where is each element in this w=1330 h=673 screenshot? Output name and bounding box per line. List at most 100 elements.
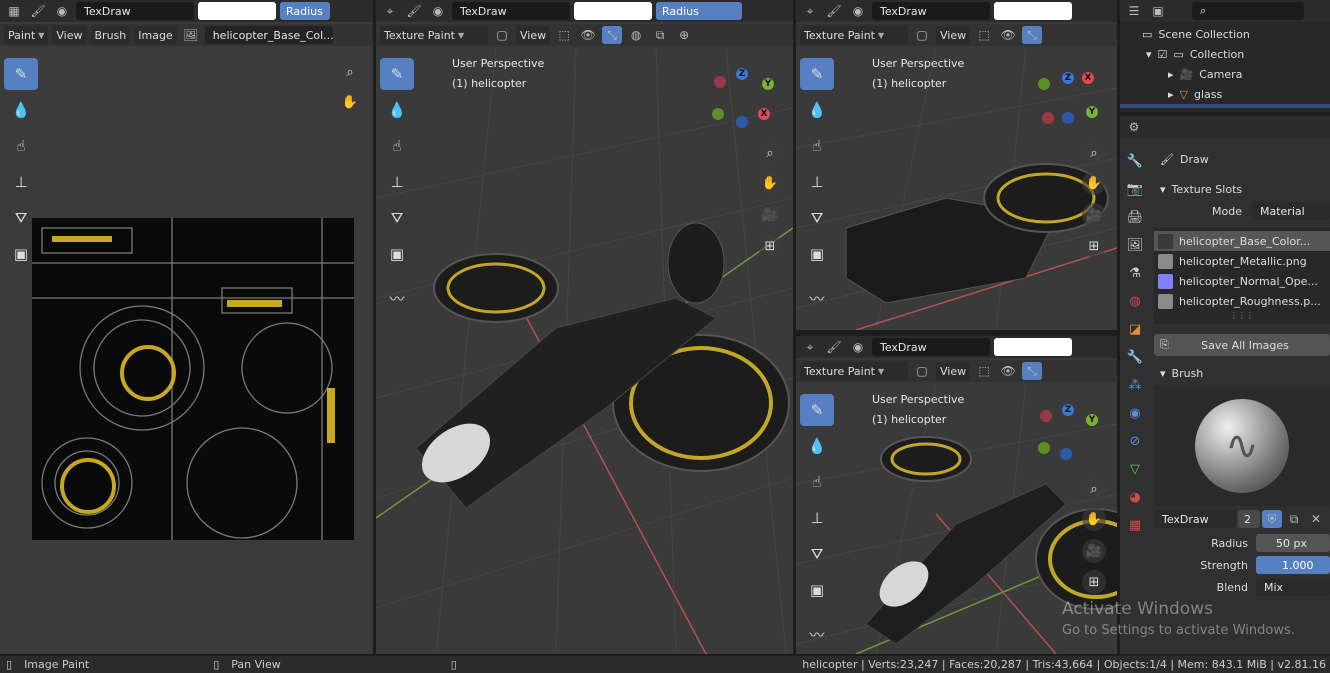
clone-tool[interactable]: ⊥ [800,166,834,198]
world-tab-icon[interactable]: ◍ [1124,290,1146,312]
grid-icon[interactable]: ⊞ [758,234,782,258]
tree-camera[interactable]: ▸ 🎥 Camera [1120,64,1330,84]
brush-name-field[interactable]: TexDraw [1154,510,1236,528]
menu-image[interactable]: Image [134,26,177,44]
tree-selected-row[interactable] [1120,104,1330,108]
list-resize-handle[interactable]: ⋮⋮⋮ [1154,311,1330,321]
soften-tool[interactable]: 💧 [800,430,834,462]
brush-browse-icon[interactable]: ◉ [848,338,868,356]
gizmo-neg-x[interactable] [1042,112,1054,124]
editor-type-icon[interactable]: ⌖ [800,338,820,356]
mode-dropdown[interactable]: Texture Paint ▼ [800,362,908,380]
brush-users-count[interactable]: 2 [1238,510,1260,528]
draw-tool[interactable]: ✎ [800,394,834,426]
pin-icon[interactable]: ▢ [492,26,512,44]
zoom-icon[interactable]: ⌕ [1082,477,1106,501]
camera-icon[interactable]: 🎥 [1082,539,1106,563]
texture-slot-row[interactable]: helicopter_Normal_Ope... [1154,271,1330,291]
gizmo-y[interactable]: Y [1086,106,1098,118]
brush-name-field[interactable]: TexDraw [452,2,570,20]
editor-type-icon[interactable]: ☰ [1124,2,1144,20]
view-layer-tab-icon[interactable]: 🖼 [1124,234,1146,256]
face-mask-icon[interactable]: ⬚ [974,362,994,380]
gizmo-neg-y[interactable] [1038,78,1050,90]
mask-tool[interactable]: ▣ [380,238,414,270]
texture-slot-row[interactable]: helicopter_Metallic.png [1154,251,1330,271]
visibility-icon[interactable]: 👁 [578,26,598,44]
blend-dropdown[interactable]: Mix [1256,578,1330,596]
brush-name-field[interactable]: TexDraw [872,338,990,356]
visibility-icon[interactable]: 👁 [998,26,1018,44]
gizmo-z[interactable]: Z [736,68,748,80]
chevron-right-icon[interactable]: ▸ [1168,88,1174,101]
mode-dropdown[interactable]: Texture Paint ▼ [800,26,908,44]
zoom-icon[interactable]: ⌕ [1082,141,1106,165]
editor-type-icon[interactable]: ⌖ [380,2,400,20]
smear-tool[interactable]: ☝ [4,130,38,162]
mode-dropdown[interactable]: Material [1252,202,1330,220]
mask-tool[interactable]: ▣ [800,238,834,270]
clone-tool[interactable]: ⊥ [380,166,414,198]
draw-tool[interactable]: ✎ [800,58,834,90]
smear-tool[interactable]: ☝ [380,130,414,162]
soften-tool[interactable]: 💧 [380,94,414,126]
clone-tool[interactable]: ⊥ [800,502,834,534]
gizmo-toggle-icon[interactable]: ⤡ [1022,26,1043,44]
texture-slots-panel-header[interactable]: ▾ Texture Slots [1154,178,1330,200]
annotate-tool[interactable]: 〰 [800,618,834,650]
image-name-field[interactable]: helicopter_Base_Col... [204,26,334,44]
image-browse-icon[interactable]: 🖼 [181,26,201,44]
pin-icon[interactable]: ▢ [912,362,932,380]
fill-tool[interactable]: ⛛ [800,202,834,234]
menu-brush[interactable]: Brush [90,26,131,44]
strength-slider[interactable]: 1.000 [1256,556,1330,574]
camera-icon[interactable]: 🎥 [1082,203,1106,227]
face-mask-icon[interactable]: ⬚ [554,26,574,44]
zoom-icon[interactable]: ⌕ [758,141,782,165]
gizmo-x[interactable]: X [1082,72,1094,84]
editor-type-icon[interactable]: ⚙ [1124,118,1144,136]
gizmo-neg-y[interactable] [1038,442,1050,454]
duplicate-icon[interactable]: ⧉ [1284,510,1304,528]
grid-icon[interactable]: ⊞ [1082,234,1106,258]
mode-dropdown[interactable]: Paint ▼ [4,26,49,44]
gizmo-neg-x[interactable] [1040,410,1052,422]
brush-icon[interactable]: 🖌 [28,2,48,20]
tree-collection[interactable]: ▾ ☑ ▭ Collection [1120,44,1330,64]
fill-tool[interactable]: ⛛ [800,538,834,570]
grid-icon[interactable]: ⊞ [1082,570,1106,594]
camera-icon[interactable]: 🎥 [758,203,782,227]
annotate-tool[interactable]: 〰 [800,282,834,314]
brush-icon[interactable]: 🖌 [824,2,844,20]
output-tab-icon[interactable]: 🖨 [1124,206,1146,228]
menu-view[interactable]: View [516,26,551,44]
brush-browse-icon[interactable]: ◉ [428,2,448,20]
fake-user-shield-icon[interactable]: ⛨ [1262,510,1282,528]
outliner-search-input[interactable]: ⌕ [1192,2,1304,20]
smear-tool[interactable]: ☝ [800,466,834,498]
zoom-icon[interactable]: ⌕ [338,60,362,84]
close-icon[interactable]: ✕ [1306,510,1326,528]
chevron-right-icon[interactable]: ▸ [1168,68,1174,81]
texture-tab-icon[interactable]: ▦ [1124,514,1146,536]
mask-tool[interactable]: ▣ [800,574,834,606]
texture-slot-row[interactable]: helicopter_Base_Color... [1154,231,1330,251]
color-swatch[interactable] [574,2,652,20]
hand-icon[interactable]: ✋ [338,90,362,114]
display-mode-icon[interactable]: ▣ [1148,2,1168,20]
color-swatch[interactable] [994,338,1072,356]
navigation-gizmo[interactable]: Z X Y [1038,68,1104,134]
brush-icon[interactable]: 🖌 [404,2,424,20]
gizmo-toggle-icon[interactable]: ⤡ [1022,362,1043,380]
gizmo-y[interactable]: Y [762,78,774,90]
gizmo-neg-y[interactable] [712,108,724,120]
radius-field[interactable]: Radius [656,2,742,20]
gizmo-y[interactable]: Y [1086,414,1098,426]
pin-icon[interactable]: ▢ [912,26,932,44]
object-tab-icon[interactable]: ◪ [1124,318,1146,340]
brush-browse-icon[interactable]: ◉ [52,2,72,20]
tool-tab-icon[interactable]: 🔧 [1124,150,1146,172]
render-tab-icon[interactable]: 📷 [1124,178,1146,200]
menu-view[interactable]: View [52,26,87,44]
fill-tool[interactable]: ⛛ [380,202,414,234]
